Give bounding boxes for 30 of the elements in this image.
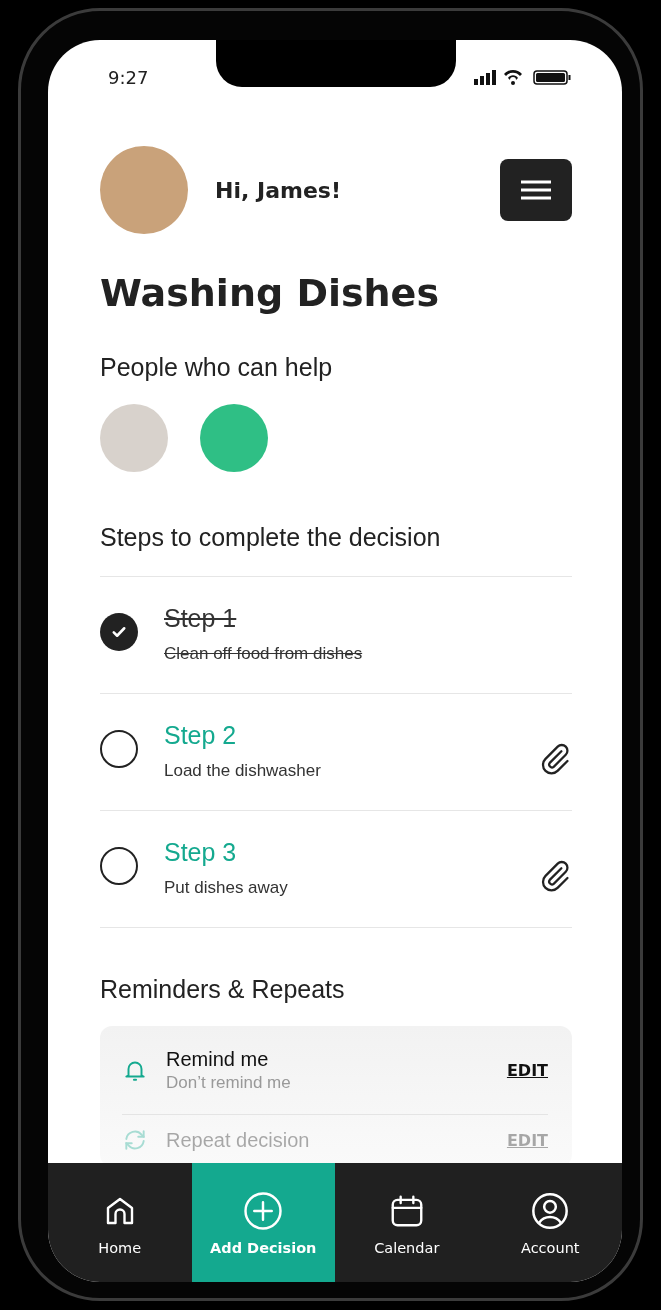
checkbox[interactable] xyxy=(100,613,138,651)
menu-icon xyxy=(519,179,553,201)
page-title: Washing Dishes xyxy=(100,270,440,317)
refresh-icon xyxy=(122,1127,148,1153)
step-description: Load the dishwasher xyxy=(164,760,321,782)
greeting: Hi, James! xyxy=(215,177,342,203)
battery-icon xyxy=(533,70,571,85)
status-time: 9:27 xyxy=(108,66,149,88)
reminder-title: Remind me xyxy=(166,1047,269,1072)
checkbox[interactable] xyxy=(100,847,138,885)
step-title: Step 3 xyxy=(164,837,237,868)
account-icon xyxy=(530,1190,571,1231)
reminder-value: Don’t remind me xyxy=(166,1072,291,1094)
nav-tab[interactable]: Home xyxy=(48,1163,192,1282)
step-description: Put dishes away xyxy=(164,877,288,899)
menu-button[interactable] xyxy=(500,159,572,221)
wifi-icon xyxy=(504,69,522,85)
edit-link[interactable]: EDIT xyxy=(506,1060,548,1080)
nav-tab[interactable]: Account xyxy=(478,1163,622,1282)
section-heading: People who can help xyxy=(100,352,334,382)
section-heading: Steps to complete the decision xyxy=(100,522,442,552)
step-description: Clean off food from dishes xyxy=(164,643,363,665)
step-title: Step 2 xyxy=(164,720,237,751)
section-heading: Reminders & Repeats xyxy=(100,974,346,1004)
reminder-title: Repeat decision xyxy=(166,1128,310,1153)
step-title: Step 1 xyxy=(164,603,237,634)
plus-circle-icon xyxy=(242,1189,285,1232)
signal-icon xyxy=(474,70,496,85)
checkbox[interactable] xyxy=(100,730,138,768)
nav-tab[interactable]: Calendar xyxy=(335,1163,479,1282)
